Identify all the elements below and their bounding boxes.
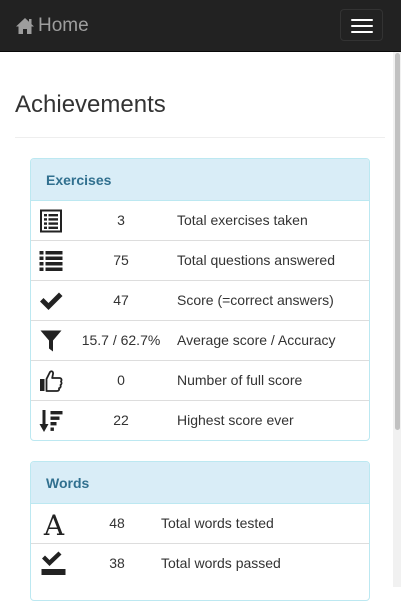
check-box-icon: [41, 551, 67, 577]
exercises-label: Total questions answered: [177, 252, 335, 268]
words-heading: Words: [31, 462, 369, 504]
words-value: 38: [109, 555, 125, 571]
exercises-row: 0 Number of full score: [31, 361, 369, 401]
words-label: Total words passed: [161, 555, 281, 571]
font-icon: A: [41, 510, 67, 538]
exercises-row: 75 Total questions answered: [31, 241, 369, 281]
exercises-row: 47 Score (=correct answers): [31, 281, 369, 321]
exercises-value: 47: [113, 292, 129, 308]
sort-descending-icon: [39, 409, 63, 433]
exercises-row: 22 Highest score ever: [31, 401, 369, 440]
scrollbar-thumb[interactable]: [395, 53, 400, 430]
exercises-value: 15.7 / 62.7%: [81, 332, 161, 348]
thumbs-up-icon: [39, 369, 63, 393]
words-label: Total words tested: [161, 515, 274, 531]
home-label: Home: [38, 15, 89, 36]
home-icon: [15, 17, 38, 35]
title-divider: [15, 137, 385, 138]
exercises-value: 3: [117, 212, 125, 228]
checkmark-icon: [39, 289, 63, 313]
exercises-value: 22: [113, 412, 129, 428]
list-alt-icon: [39, 209, 63, 233]
exercises-row: 15.7 / 62.7% Average score / Accuracy: [31, 321, 369, 361]
exercises-row: 3 Total exercises taken: [31, 201, 369, 241]
page-title: Achievements: [15, 91, 166, 118]
menu-toggle-button[interactable]: [340, 9, 383, 41]
svg-text:A: A: [43, 510, 65, 538]
exercises-label: Total exercises taken: [177, 212, 308, 228]
exercises-label: Average score / Accuracy: [177, 332, 336, 348]
exercises-value: 0: [117, 372, 125, 388]
words-row: A 48 Total words tested: [31, 504, 369, 544]
navbar: Home: [0, 0, 401, 52]
filter-icon: [39, 329, 63, 353]
words-value: 48: [109, 515, 125, 531]
exercises-label: Score (=correct answers): [177, 292, 334, 308]
exercises-heading: Exercises: [31, 159, 369, 201]
list-icon: [39, 249, 63, 273]
exercises-value: 75: [113, 252, 129, 268]
exercises-label: Number of full score: [177, 372, 303, 388]
exercises-label: Highest score ever: [177, 412, 294, 428]
exercises-panel: Exercises 3 Total exercises taken 75 Tot…: [30, 158, 370, 441]
words-row: 38 Total words passed: [31, 544, 369, 584]
home-link[interactable]: Home: [15, 14, 89, 38]
words-panel: Words A 48 Total words tested 38 Total w…: [30, 461, 370, 601]
